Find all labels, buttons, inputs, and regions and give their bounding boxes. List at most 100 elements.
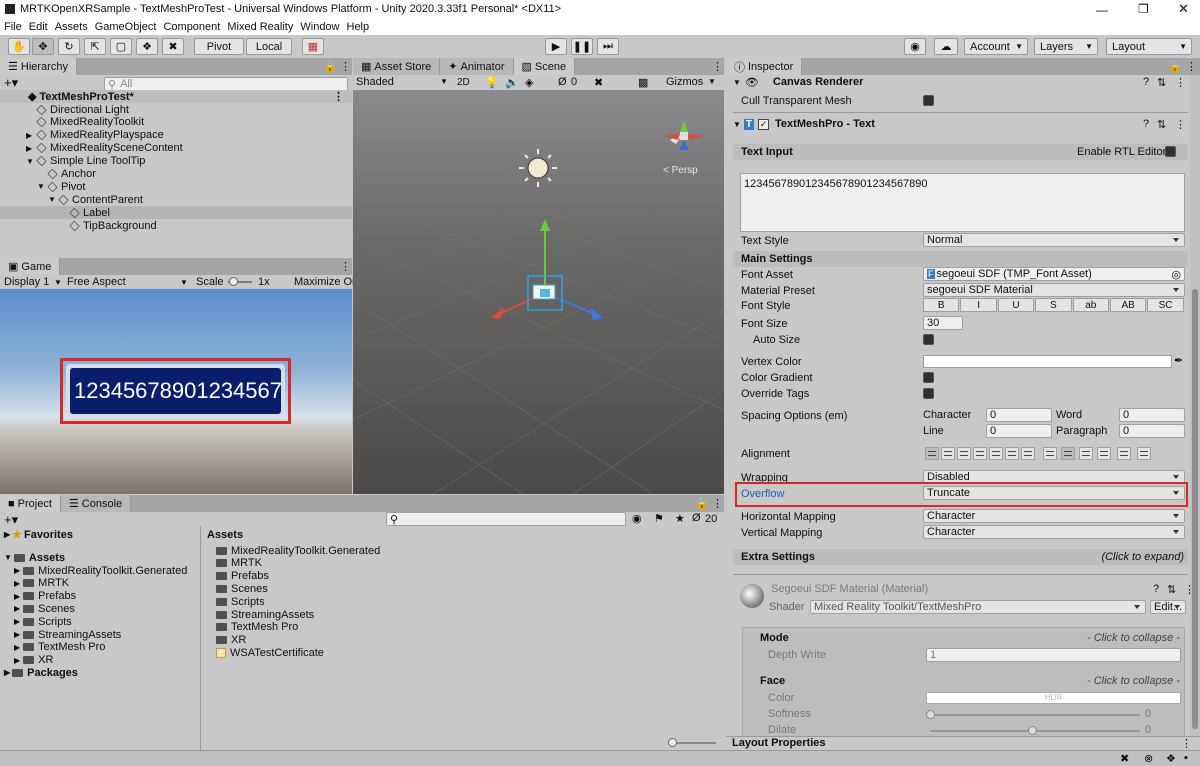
expand-arrow-icon[interactable]: ▶ <box>14 643 20 652</box>
menu-item-help[interactable]: Help <box>347 21 370 33</box>
alignment-button-icon[interactable] <box>941 447 955 460</box>
inspector-lock-icon[interactable]: 🔒 <box>1168 60 1182 73</box>
project-asset-item[interactable]: Scripts <box>216 595 265 608</box>
hmap-dropdown[interactable]: Character <box>923 509 1185 523</box>
minimize-icon[interactable]: — <box>1096 3 1108 17</box>
auto-size-checkbox[interactable] <box>923 334 934 345</box>
expand-arrow-icon[interactable]: ▶ <box>14 579 20 588</box>
shader-dropdown[interactable]: Mixed Reality Toolkit/TextMeshPro <box>810 600 1146 614</box>
face-collapse-hint[interactable]: - Click to collapse - <box>1087 675 1180 687</box>
expand-arrow-icon[interactable]: ▶ <box>14 592 20 601</box>
material-menu-icon[interactable]: ⋮ <box>1184 583 1195 596</box>
hierarchy-item[interactable]: ▼ Pivot <box>0 180 352 193</box>
project-tree-folder[interactable]: ▶ TextMesh Pro <box>14 641 105 654</box>
rotate-tool-icon[interactable]: ↻ <box>58 38 80 55</box>
assets-root-row[interactable]: ▼ Assets <box>4 551 65 564</box>
display-dropdown[interactable]: Display 1 <box>4 276 49 288</box>
expand-arrow-icon[interactable]: ▶ <box>14 604 20 613</box>
hierarchy-item[interactable]: ▼ Simple Line ToolTip <box>0 155 352 168</box>
tab-hierarchy[interactable]: ☰ Hierarchy <box>0 58 77 75</box>
add-button[interactable]: +▾ <box>4 75 18 91</box>
alignment-button-icon[interactable] <box>1117 447 1131 460</box>
override-tags-checkbox[interactable] <box>923 388 934 399</box>
word-field[interactable]: 0 <box>1119 408 1185 422</box>
maximize-dropdown[interactable]: Maximize Or <box>294 276 356 288</box>
grid-snap-icon[interactable]: ▦ <box>302 38 324 55</box>
expand-arrow-icon[interactable]: ▶ <box>14 617 20 626</box>
mode-collapse-hint[interactable]: - Click to collapse - <box>1087 632 1180 644</box>
component-menu-icon[interactable]: ⋮ <box>1175 118 1186 131</box>
enable-rtl-checkbox[interactable] <box>1165 146 1176 157</box>
cull-checkbox[interactable] <box>923 95 934 106</box>
font-size-field[interactable]: 30 <box>923 316 963 330</box>
alignment-button-icon[interactable] <box>1021 447 1035 460</box>
font-style-button[interactable]: AB <box>1110 298 1147 312</box>
extra-settings-header[interactable]: Extra Settings (Click to expand) <box>733 549 1188 565</box>
hierarchy-item[interactable]: Directional Light <box>0 103 352 116</box>
favorite-star-icon[interactable]: ★ <box>675 512 685 525</box>
project-asset-item[interactable]: TextMesh Pro <box>216 621 298 634</box>
overflow-dropdown[interactable]: Truncate <box>923 486 1185 500</box>
alignment-button-icon[interactable] <box>925 447 939 460</box>
tab-scene[interactable]: ▧ Scene <box>513 58 576 75</box>
hierarchy-item[interactable]: ▶ MixedRealitySceneContent <box>0 142 352 155</box>
menu-item-file[interactable]: File <box>4 21 22 33</box>
tools-icon[interactable]: ✖ <box>594 76 603 89</box>
scene-menu-icon[interactable]: ⋮ <box>712 60 723 73</box>
tab-inspector[interactable]: ⓘ Inspector <box>726 58 803 75</box>
filter-type-icon[interactable]: ◉ <box>632 512 642 525</box>
alignment-button-icon[interactable] <box>1137 447 1151 460</box>
rect-tool-icon[interactable]: ▢ <box>110 38 132 55</box>
preset-icon[interactable]: ⇅ <box>1157 76 1166 89</box>
depth-write-field[interactable]: 1 <box>926 648 1181 662</box>
assets-breadcrumb[interactable]: Assets <box>207 529 243 541</box>
inspector-scrollbar[interactable] <box>1190 75 1200 737</box>
project-tree-folder[interactable]: ▶ Scenes <box>14 602 75 615</box>
project-search-input[interactable]: ⚲ <box>386 512 626 526</box>
material-preset-icon[interactable]: ⇅ <box>1167 583 1176 596</box>
scrollbar-thumb[interactable] <box>1192 289 1198 729</box>
persp-label[interactable]: < Persp <box>663 165 698 176</box>
scale-slider-knob[interactable] <box>229 277 238 286</box>
color-gradient-checkbox[interactable] <box>923 372 934 383</box>
expand-arrow-icon[interactable]: ▶ <box>14 566 20 575</box>
debug-icon[interactable]: ✖ <box>1120 752 1129 765</box>
project-tree-folder[interactable]: ▶ StreamingAssets <box>14 628 121 641</box>
scene-menu-icon[interactable]: ⋮ <box>333 90 344 103</box>
collab-icon[interactable]: ◉ <box>904 38 926 55</box>
mode-2d-button[interactable]: 2D <box>457 77 470 88</box>
hierarchy-scene-row[interactable]: ◆ TextMeshProTest* ⋮ <box>0 90 352 103</box>
dilate-slider-knob[interactable] <box>1028 726 1037 735</box>
icon-size-slider-knob[interactable] <box>668 738 677 747</box>
hierarchy-item[interactable]: Anchor <box>0 168 352 181</box>
aspect-dropdown[interactable]: Free Aspect <box>67 276 126 288</box>
expand-arrow-icon[interactable]: ▼ <box>48 195 56 204</box>
hidden-packages-icon[interactable]: Ø <box>692 512 701 524</box>
pause-button[interactable]: ❚❚ <box>571 38 593 55</box>
hierarchy-search-input[interactable]: ⚲ All <box>104 77 348 91</box>
scene-viewport[interactable]: < Persp <box>353 90 724 494</box>
lighting-icon[interactable]: 💡 <box>485 76 499 89</box>
alignment-button-icon[interactable] <box>989 447 1003 460</box>
layout-properties-bar[interactable]: Layout Properties ⋮ <box>726 736 1200 750</box>
font-asset-field[interactable]: Fsegoeui SDF (TMP_Font Asset) ◎ <box>923 267 1185 281</box>
audio-icon[interactable]: 🔈 <box>505 76 519 89</box>
alignment-button-icon[interactable] <box>957 447 971 460</box>
tab-game[interactable]: ▣ Game <box>0 258 61 275</box>
layout-menu-icon[interactable]: ⋮ <box>1181 737 1192 750</box>
account-dropdown[interactable]: Account ▼ <box>964 38 1028 55</box>
alignment-button-icon[interactable] <box>973 447 987 460</box>
expand-arrow-icon[interactable]: ▼ <box>37 182 45 191</box>
alignment-button-icon[interactable] <box>1043 447 1057 460</box>
lighting-status-icon[interactable]: ❖ <box>1166 752 1176 765</box>
expand-arrow-icon[interactable]: ▼ <box>26 157 34 166</box>
line-field[interactable]: 0 <box>986 424 1052 438</box>
enabled-checkbox[interactable]: ✓ <box>758 118 770 130</box>
font-style-button[interactable]: ab <box>1072 298 1109 312</box>
face-color-swatch[interactable]: HDR <box>926 692 1181 704</box>
font-style-button[interactable]: SC <box>1147 298 1184 312</box>
vertex-color-swatch[interactable] <box>923 355 1172 368</box>
menu-item-mixed-reality[interactable]: Mixed Reality <box>227 21 293 33</box>
project-asset-item[interactable]: MixedRealityToolkit.Generated <box>216 544 380 557</box>
lock-icon[interactable]: 🔒 <box>323 60 337 73</box>
